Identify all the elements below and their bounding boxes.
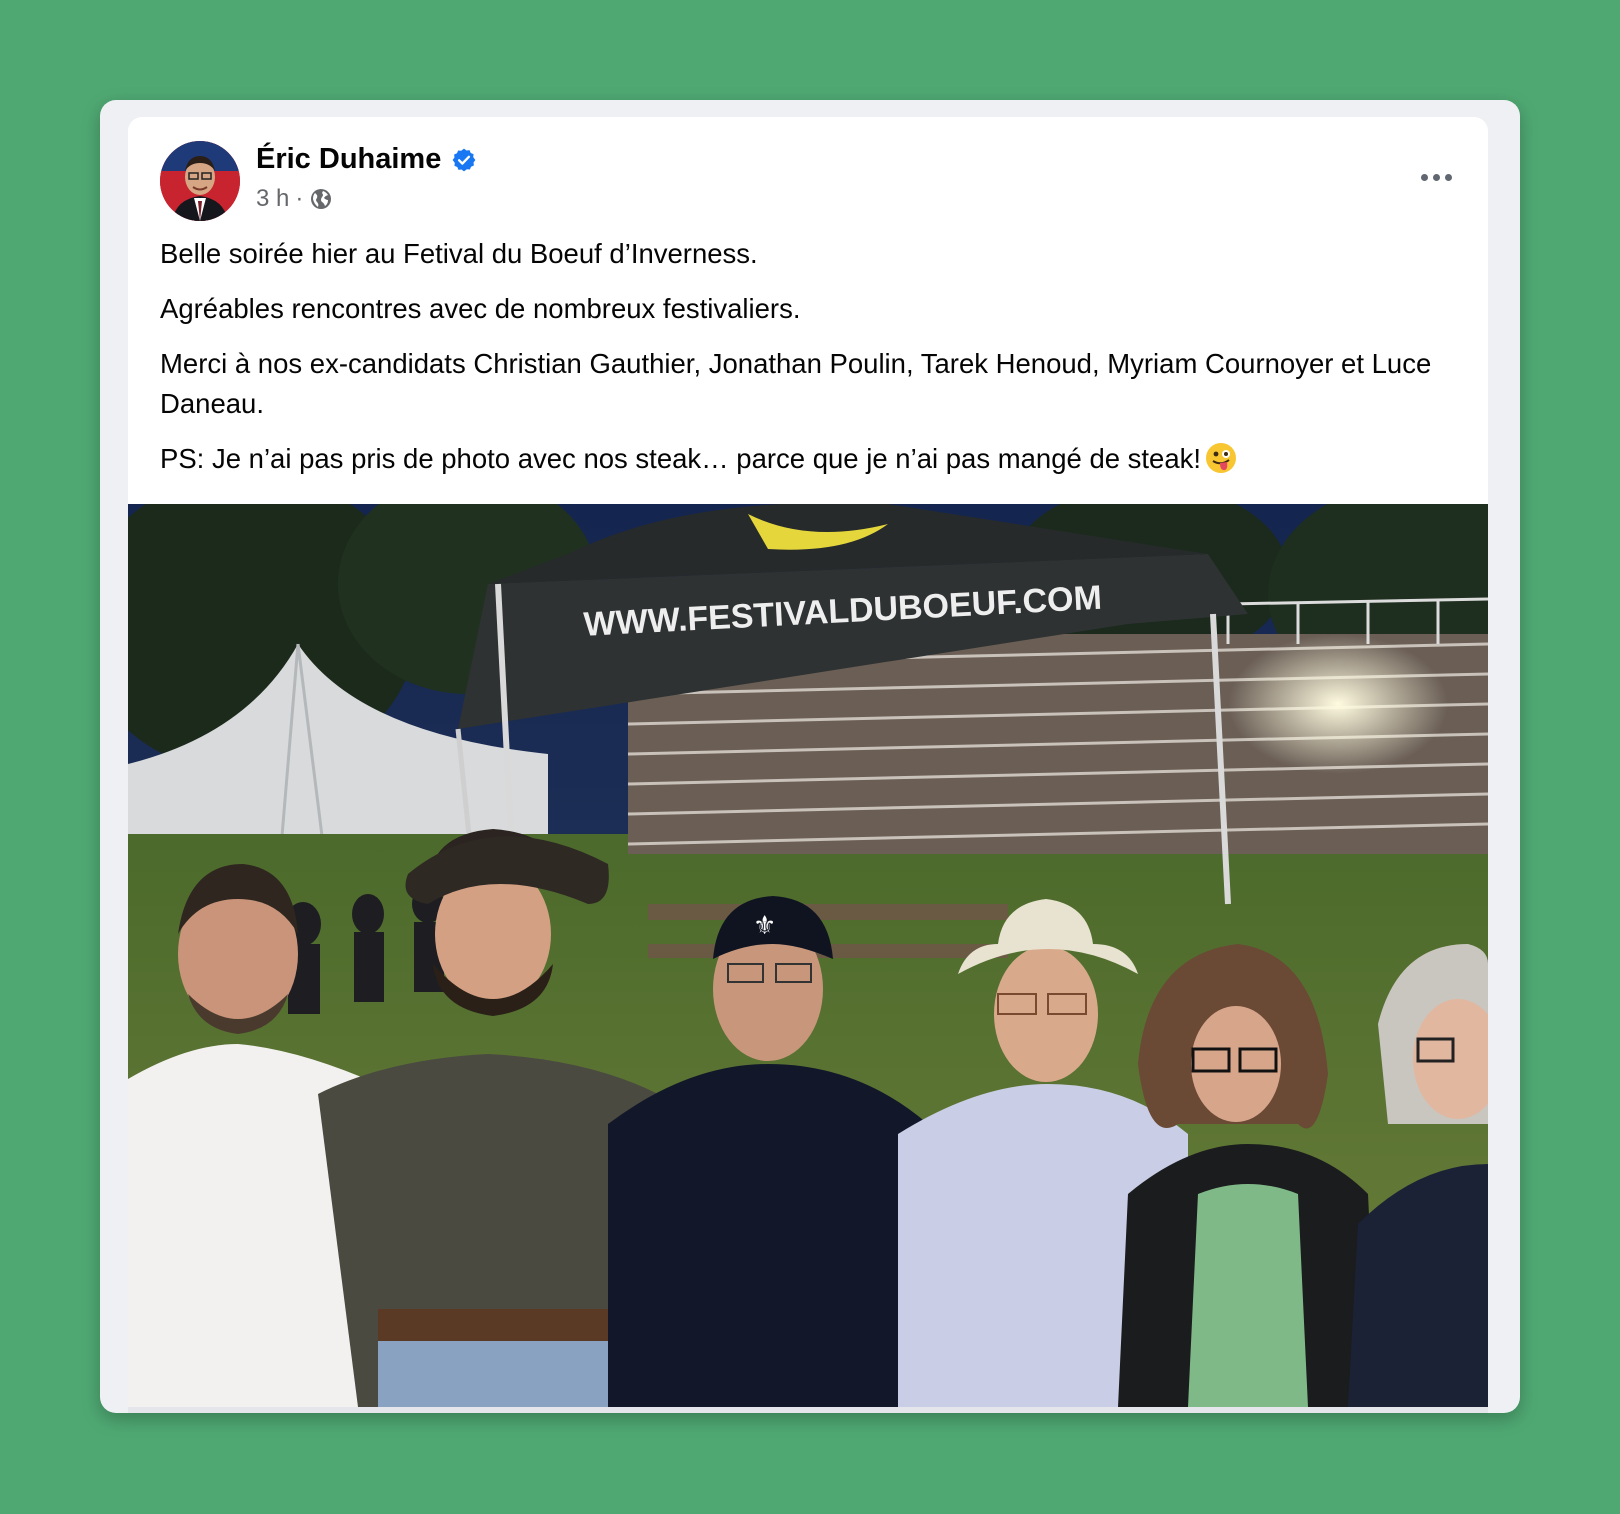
post-photo[interactable]: WWW.FESTIVALDUBOEUF.COM ⚜ [128,504,1488,1407]
post-paragraph: Merci à nos ex-candidats Christian Gauth… [160,348,1432,419]
more-options-icon[interactable] [1408,159,1464,195]
avatar[interactable] [160,141,240,221]
photo-divider [128,1407,1488,1413]
author-name[interactable]: Éric Duhaime [256,143,441,176]
post-timestamp[interactable]: 3 h [256,185,289,213]
post-paragraph: PS: Je n’ai pas pris de photo avec nos s… [160,443,1202,474]
cap-logo-icon: ⚜ [753,911,776,941]
post-meta: 3 h · [256,185,333,213]
post-paragraph: Belle soirée hier au Fetival du Boeuf d’… [160,238,758,269]
more-dot [1432,173,1440,181]
post-text: Belle soirée hier au Fetival du Boeuf d’… [160,234,1456,494]
more-dot [1420,173,1428,181]
verified-badge-icon [452,148,476,171]
post-paragraph-ps: PS: Je n’ai pas pris de photo avec nos s… [160,439,1456,479]
globe-icon[interactable] [309,187,333,211]
more-dot [1444,173,1452,181]
meta-separator: · [295,185,304,212]
winking-face-with-tongue-icon [1206,443,1237,473]
facebook-post: Éric Duhaime 3 h · Belle soirée hier au … [128,117,1488,1413]
post-paragraph: Agréables rencontres avec de nombreux fe… [160,293,801,324]
